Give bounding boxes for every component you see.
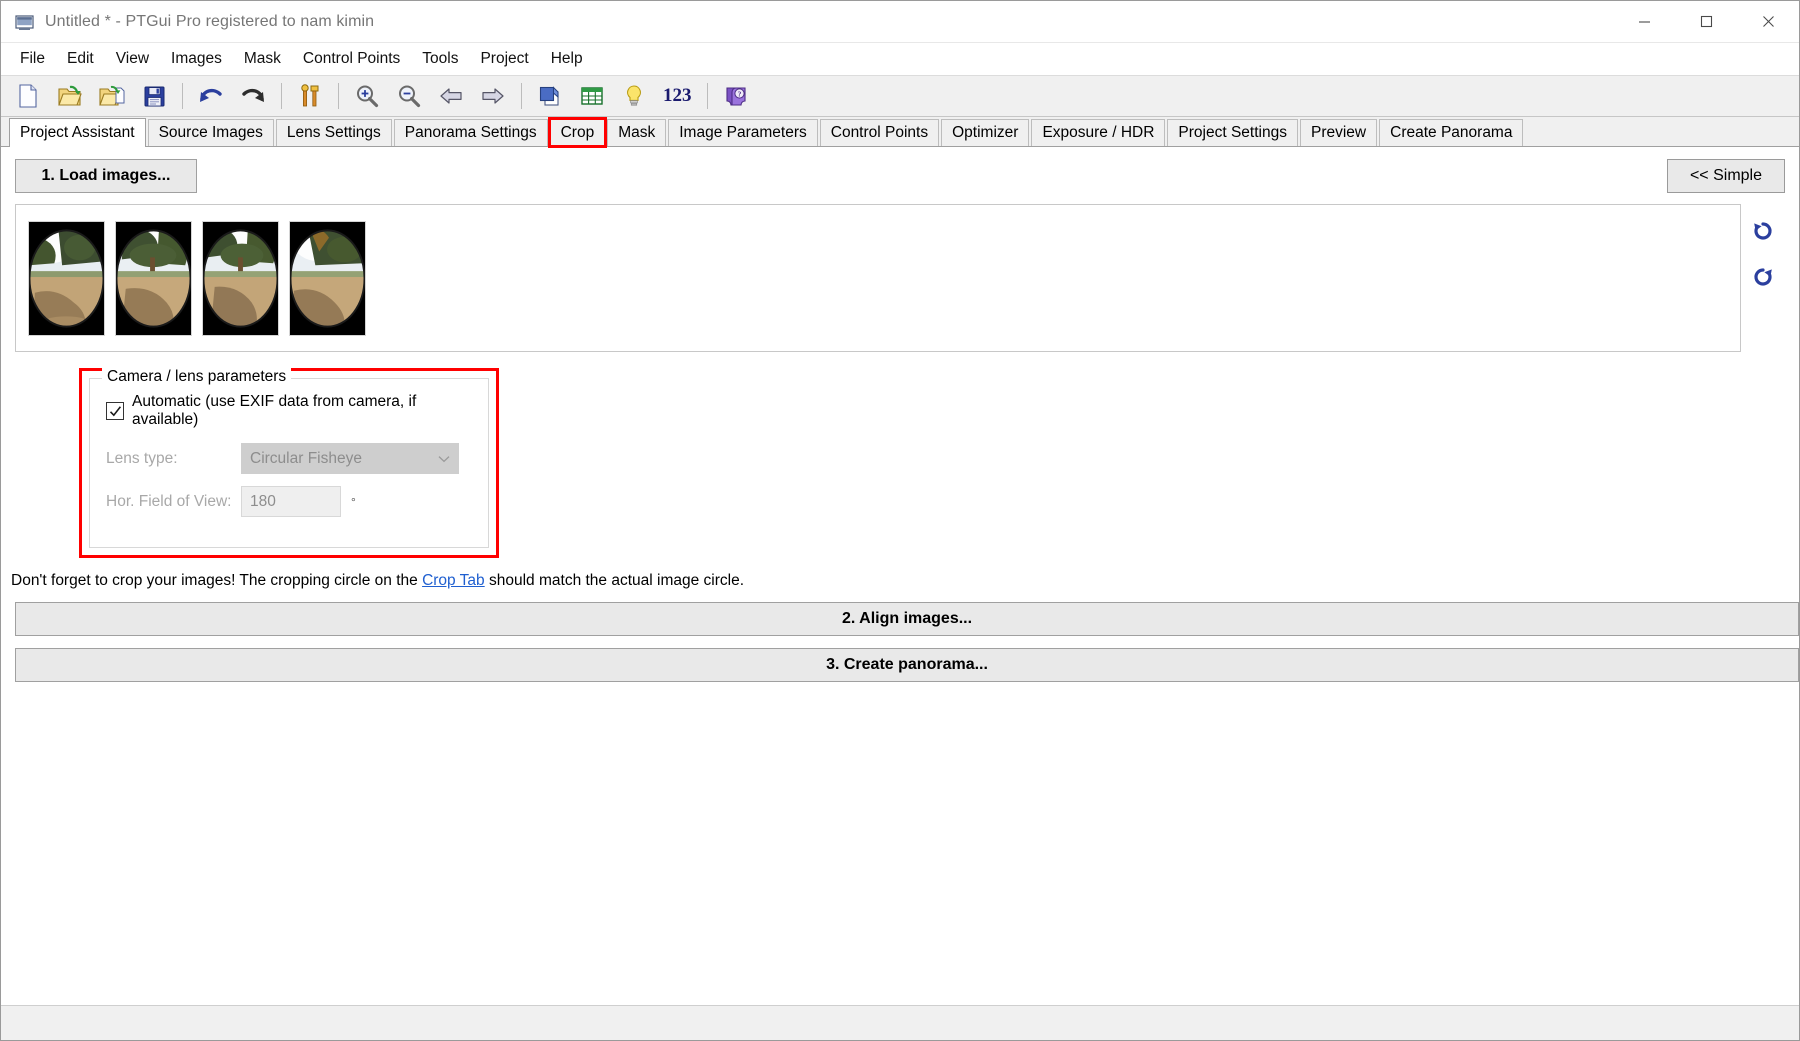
- tab-exposure-hdr[interactable]: Exposure / HDR: [1031, 119, 1166, 146]
- lens-type-row: Lens type: Circular Fisheye: [106, 443, 472, 474]
- tab-project-assistant[interactable]: Project Assistant: [9, 118, 146, 147]
- tab-crop[interactable]: Crop: [547, 117, 608, 148]
- tab-image-parameters[interactable]: Image Parameters: [668, 119, 818, 146]
- application-window: Untitled * - PTGui Pro registered to nam…: [0, 0, 1800, 1041]
- maximize-button[interactable]: [1675, 1, 1737, 42]
- table-icon[interactable]: [572, 78, 612, 114]
- next-icon[interactable]: [473, 78, 513, 114]
- new-project-icon[interactable]: [8, 78, 48, 114]
- save-project-icon[interactable]: [134, 78, 174, 114]
- align-tools-icon[interactable]: [290, 78, 330, 114]
- automatic-row[interactable]: Automatic (use EXIF data from camera, if…: [106, 393, 472, 429]
- toolbar-separator: [338, 83, 339, 109]
- minimize-button[interactable]: [1613, 1, 1675, 42]
- redo-icon[interactable]: [233, 78, 273, 114]
- thumbnail-image-4[interactable]: [289, 220, 366, 336]
- previous-icon[interactable]: [431, 78, 471, 114]
- tab-preview[interactable]: Preview: [1299, 119, 1378, 146]
- chevron-down-icon: [438, 452, 450, 466]
- thumbnail-image-1[interactable]: [28, 220, 105, 336]
- hfov-input[interactable]: 180: [241, 486, 341, 517]
- lens-type-value: Circular Fisheye: [250, 449, 362, 467]
- menu-control-points[interactable]: Control Points: [292, 46, 411, 72]
- crop-hint-after: should match the actual image circle.: [484, 572, 745, 589]
- assistant-top-row: 1. Load images... << Simple: [1, 147, 1799, 193]
- camera-lens-highlight-box: Camera / lens parameters Automatic (use …: [79, 368, 499, 558]
- camera-lens-parameters-group: Camera / lens parameters Automatic (use …: [89, 368, 489, 548]
- toolbar-separator: [706, 83, 708, 109]
- tab-panorama-settings[interactable]: Panorama Settings: [393, 119, 548, 146]
- tab-create-panorama[interactable]: Create Panorama: [1379, 119, 1524, 146]
- crop-hint-text: Don't forget to crop your images! The cr…: [11, 572, 1799, 590]
- crop-tab-link[interactable]: Crop Tab: [422, 572, 485, 589]
- help-book-icon[interactable]: ?: [716, 78, 756, 114]
- load-images-button[interactable]: 1. Load images...: [15, 159, 197, 193]
- zoom-out-icon[interactable]: [389, 78, 429, 114]
- tab-mask[interactable]: Mask: [607, 119, 667, 146]
- project-assistant-panel: 1. Load images... << Simple Camera / len…: [1, 147, 1799, 1005]
- tab-optimizer[interactable]: Optimizer: [941, 119, 1030, 146]
- menu-mask[interactable]: Mask: [233, 46, 292, 72]
- menu-bar: File Edit View Images Mask Control Point…: [1, 43, 1799, 75]
- open-template-icon[interactable]: [92, 78, 132, 114]
- layers-icon[interactable]: [530, 78, 570, 114]
- thumbnails-area: [15, 204, 1785, 352]
- simple-mode-button[interactable]: << Simple: [1666, 159, 1785, 193]
- menu-edit[interactable]: Edit: [56, 46, 105, 72]
- menu-tools[interactable]: Tools: [411, 46, 469, 72]
- numbers-icon[interactable]: 123: [655, 85, 700, 107]
- camera-lens-group-title: Camera / lens parameters: [102, 368, 292, 386]
- menu-project[interactable]: Project: [469, 46, 539, 72]
- window-controls: [1613, 1, 1799, 42]
- menu-file[interactable]: File: [9, 46, 56, 72]
- hfov-row: Hor. Field of View: 180 °: [106, 486, 472, 517]
- status-bar: [1, 1005, 1799, 1040]
- hfov-unit: °: [351, 494, 356, 509]
- hfov-value: 180: [250, 492, 276, 510]
- thumbnail-image-2[interactable]: [115, 220, 192, 336]
- tab-control-points[interactable]: Control Points: [819, 119, 940, 146]
- rotate-right-icon[interactable]: [1747, 262, 1779, 292]
- close-button[interactable]: [1737, 1, 1799, 42]
- title-bar: Untitled * - PTGui Pro registered to nam…: [1, 1, 1799, 43]
- rotate-buttons: [1741, 204, 1785, 352]
- create-panorama-button[interactable]: 3. Create panorama...: [15, 648, 1799, 682]
- undo-icon[interactable]: [191, 78, 231, 114]
- tab-lens-settings[interactable]: Lens Settings: [275, 119, 392, 146]
- create-panorama-row: 3. Create panorama...: [15, 648, 1799, 682]
- thumbnail-list[interactable]: [15, 204, 1741, 352]
- align-images-row: 2. Align images...: [15, 602, 1799, 636]
- open-project-icon[interactable]: [50, 78, 90, 114]
- tab-project-settings[interactable]: Project Settings: [1167, 119, 1298, 146]
- thumbnail-image-3[interactable]: [202, 220, 279, 336]
- lens-type-select[interactable]: Circular Fisheye: [241, 443, 459, 474]
- menu-help[interactable]: Help: [540, 46, 594, 72]
- menu-view[interactable]: View: [105, 46, 160, 72]
- menu-images[interactable]: Images: [160, 46, 233, 72]
- hfov-label: Hor. Field of View:: [106, 492, 232, 510]
- crop-hint-before: Don't forget to crop your images! The cr…: [11, 572, 423, 589]
- toolbar-separator: [521, 83, 522, 109]
- toolbar-separator: [281, 83, 282, 109]
- lightbulb-icon[interactable]: [614, 78, 654, 114]
- toolbar-separator: [182, 83, 183, 109]
- svg-text:?: ?: [737, 90, 741, 98]
- tab-bar: Project Assistant Source Images Lens Set…: [1, 117, 1799, 148]
- window-title: Untitled * - PTGui Pro registered to nam…: [45, 12, 375, 30]
- automatic-checkbox[interactable]: [106, 402, 124, 420]
- lens-type-label: Lens type:: [106, 449, 178, 467]
- zoom-in-icon[interactable]: [347, 78, 387, 114]
- app-window-icon: [15, 13, 35, 33]
- rotate-left-icon[interactable]: [1747, 216, 1779, 246]
- align-images-button[interactable]: 2. Align images...: [15, 602, 1799, 636]
- toolbar: 123 ?: [1, 75, 1799, 117]
- tab-source-images[interactable]: Source Images: [147, 119, 274, 146]
- automatic-label: Automatic (use EXIF data from camera, if…: [132, 393, 417, 428]
